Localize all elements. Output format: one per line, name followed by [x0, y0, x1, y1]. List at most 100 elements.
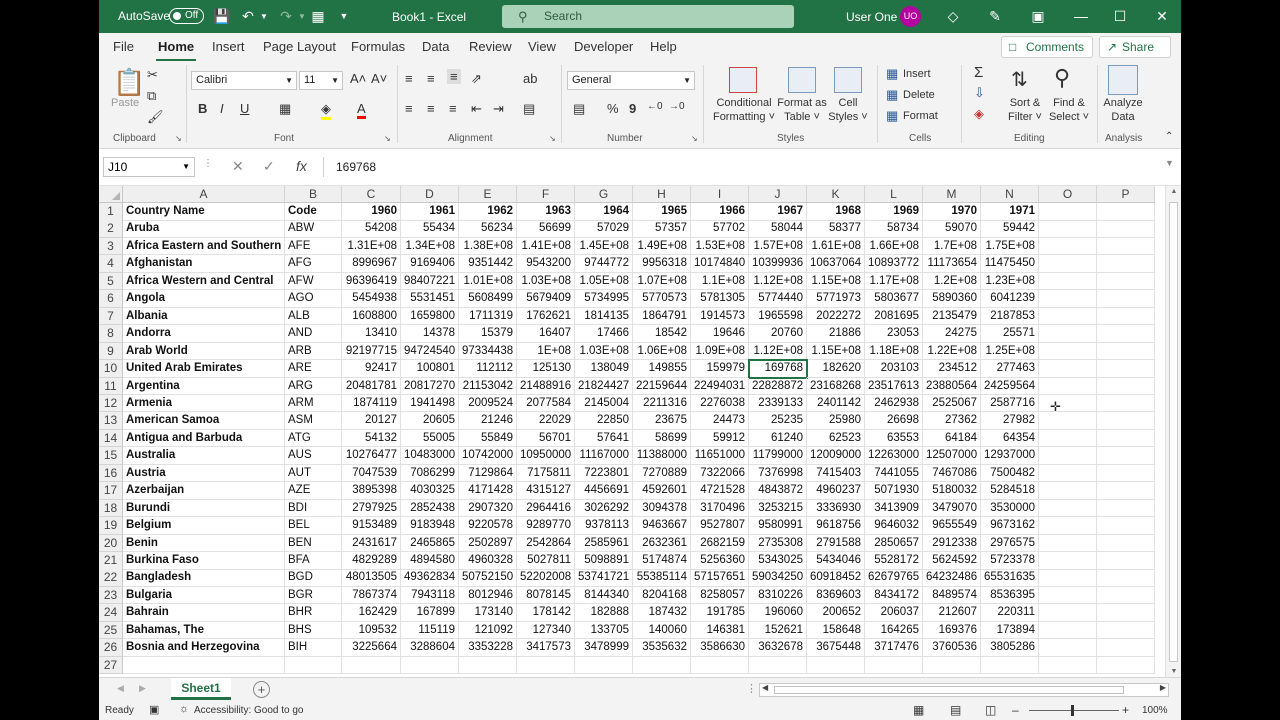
autosum-icon[interactable]: Σ [974, 64, 983, 81]
cell-G26[interactable]: 3478999 [575, 639, 633, 657]
cell-N10[interactable]: 277463 [981, 360, 1039, 378]
cell-K16[interactable]: 7415403 [807, 464, 865, 483]
cell-J17[interactable]: 4843872 [749, 482, 807, 500]
font-size-select[interactable]: 11 ▼ [299, 71, 343, 90]
cell-I27[interactable] [691, 656, 749, 675]
cell-J21[interactable]: 5343025 [749, 552, 807, 570]
cell-C18[interactable]: 2797925 [342, 499, 401, 518]
cell-N7[interactable]: 2187853 [981, 307, 1039, 326]
cell-N13[interactable]: 27982 [981, 412, 1039, 430]
clipboard-launcher-icon[interactable]: ↘ [175, 134, 182, 143]
row-header-3[interactable]: 3 [99, 237, 123, 256]
cell-B25[interactable]: BHS [285, 621, 342, 640]
cell-E12[interactable]: 2009524 [459, 394, 517, 413]
select-all-button[interactable] [99, 186, 123, 203]
cell-M5[interactable]: 1.2E+08 [923, 272, 981, 291]
cell-J2[interactable]: 58044 [749, 220, 807, 238]
merge-center-icon[interactable]: ▤ [523, 101, 535, 117]
cell-O7[interactable] [1039, 307, 1097, 326]
cell-E21[interactable]: 4960328 [459, 552, 517, 570]
cell-F15[interactable]: 10950000 [517, 447, 575, 465]
cell-A3[interactable]: Africa Eastern and Southern [123, 237, 285, 256]
cell-C22[interactable]: 48013505 [342, 569, 401, 587]
cell-L15[interactable]: 12263000 [865, 447, 923, 465]
cell-M4[interactable]: 11173654 [923, 255, 981, 273]
cell-L19[interactable]: 9646032 [865, 517, 923, 535]
cell-C5[interactable]: 96396419 [342, 272, 401, 291]
cell-F10[interactable]: 125130 [517, 360, 575, 378]
cell-D10[interactable]: 100801 [401, 360, 459, 378]
cell-C19[interactable]: 9153489 [342, 517, 401, 535]
vertical-scrollbar[interactable]: ▲ ▼ [1165, 186, 1181, 680]
insert-cells-icon[interactable]: ▦ [886, 66, 898, 82]
row-header-17[interactable]: 17 [99, 482, 123, 500]
align-bottom-icon[interactable]: ≡ [447, 69, 461, 84]
cell-A5[interactable]: Africa Western and Central [123, 272, 285, 291]
cell-H8[interactable]: 18542 [633, 325, 691, 343]
cell-G10[interactable]: 138049 [575, 360, 633, 378]
copy-icon[interactable]: ⧉ [147, 88, 156, 104]
cell-C17[interactable]: 3895398 [342, 482, 401, 500]
cell-D22[interactable]: 49362834 [401, 569, 459, 587]
cell-N4[interactable]: 11475450 [981, 255, 1039, 273]
cell-I2[interactable]: 57702 [691, 220, 749, 238]
cell-L11[interactable]: 23517613 [865, 377, 923, 395]
cell-K22[interactable]: 60918452 [807, 569, 865, 587]
cell-D19[interactable]: 9183948 [401, 517, 459, 535]
cell-E16[interactable]: 7129864 [459, 464, 517, 483]
cell-F26[interactable]: 3417573 [517, 639, 575, 657]
cell-P13[interactable] [1097, 412, 1155, 430]
cell-K2[interactable]: 58377 [807, 220, 865, 238]
cell-J12[interactable]: 2339133 [749, 394, 807, 413]
cell-O8[interactable] [1039, 325, 1097, 343]
cell-D16[interactable]: 7086299 [401, 464, 459, 483]
conditional-formatting-icon[interactable] [729, 67, 757, 93]
share-button[interactable]: Share [1099, 36, 1171, 58]
cell-L17[interactable]: 5071930 [865, 482, 923, 500]
accessibility-status[interactable]: Accessibility: Good to go [194, 705, 304, 716]
column-header-d[interactable]: D [401, 186, 459, 203]
cell-J27[interactable] [749, 656, 807, 675]
avatar[interactable]: UO [900, 6, 921, 27]
cell-E23[interactable]: 8012946 [459, 586, 517, 605]
cell-C7[interactable]: 1608800 [342, 307, 401, 326]
cell-E10[interactable]: 112112 [459, 360, 517, 378]
delete-cells-label[interactable]: Delete [903, 88, 935, 102]
cell-C8[interactable]: 13410 [342, 325, 401, 343]
tab-help[interactable]: Help [650, 39, 677, 54]
find-select-icon[interactable]: ⚲ [1054, 65, 1070, 91]
cell-H1[interactable]: 1965 [633, 203, 691, 221]
cell-K9[interactable]: 1.15E+08 [807, 342, 865, 361]
cell-A10[interactable]: United Arab Emirates [123, 360, 285, 378]
cell-M22[interactable]: 64232486 [923, 569, 981, 587]
cell-I7[interactable]: 1914573 [691, 307, 749, 326]
cell-I17[interactable]: 4721528 [691, 482, 749, 500]
cell-M23[interactable]: 8489574 [923, 586, 981, 605]
cell-H24[interactable]: 187432 [633, 604, 691, 622]
zoom-slider[interactable] [1029, 705, 1119, 716]
cell-B9[interactable]: ARB [285, 342, 342, 361]
format-as-table-icon[interactable] [788, 67, 816, 93]
sort-filter-label[interactable]: Sort & Filter ˅ [1004, 96, 1046, 124]
cell-F13[interactable]: 22029 [517, 412, 575, 430]
cell-K3[interactable]: 1.61E+08 [807, 237, 865, 256]
macro-record-icon[interactable]: ▣ [149, 703, 159, 716]
format-cells-label[interactable]: Format [903, 109, 938, 123]
cell-J25[interactable]: 152621 [749, 621, 807, 640]
cell-N19[interactable]: 9673162 [981, 517, 1039, 535]
cell-J11[interactable]: 22828872 [749, 377, 807, 395]
cell-H9[interactable]: 1.06E+08 [633, 342, 691, 361]
cell-K25[interactable]: 158648 [807, 621, 865, 640]
tab-view[interactable]: View [528, 39, 556, 54]
cell-P22[interactable] [1097, 569, 1155, 587]
cell-M13[interactable]: 27362 [923, 412, 981, 430]
cell-O18[interactable] [1039, 499, 1097, 518]
cell-D14[interactable]: 55005 [401, 429, 459, 448]
cell-N3[interactable]: 1.75E+08 [981, 237, 1039, 256]
cell-M21[interactable]: 5624592 [923, 552, 981, 570]
customize-toolbar-icon[interactable]: ▼ [335, 7, 353, 25]
cell-J10[interactable]: 169768 [748, 359, 808, 379]
cell-J19[interactable]: 9580991 [749, 517, 807, 535]
cell-A18[interactable]: Burundi [123, 499, 285, 518]
cell-F20[interactable]: 2542864 [517, 534, 575, 553]
